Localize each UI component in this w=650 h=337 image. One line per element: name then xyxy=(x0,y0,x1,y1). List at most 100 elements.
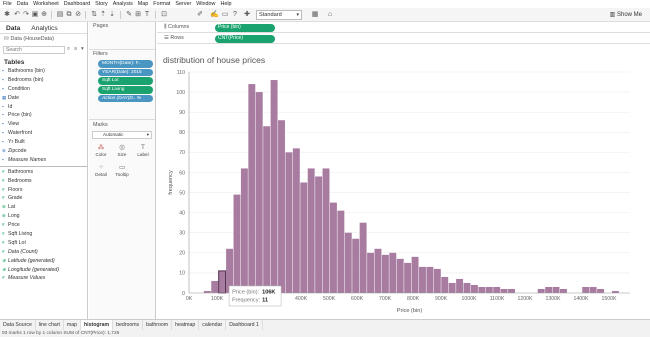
histogram-bar[interactable] xyxy=(240,168,248,293)
histogram-bar[interactable] xyxy=(270,80,278,293)
histogram-bar[interactable] xyxy=(255,92,263,293)
columns-pill[interactable]: Price (bin) xyxy=(215,24,275,32)
save-icon[interactable]: ▣ xyxy=(31,11,39,19)
sheet-tab[interactable]: histogram xyxy=(81,320,114,330)
histogram-bar[interactable] xyxy=(381,254,389,293)
histogram-bar[interactable] xyxy=(367,252,374,293)
field-item[interactable]: ▪ Condition xyxy=(0,85,87,94)
help-icon[interactable]: ? xyxy=(231,11,239,19)
histogram-bar[interactable] xyxy=(448,282,456,293)
histogram-bar[interactable] xyxy=(389,252,397,293)
view-options-icon[interactable]: ≡ xyxy=(74,46,77,52)
filter-pill[interactable]: YEAR(Date): 2015 xyxy=(98,68,153,77)
histogram-bar[interactable] xyxy=(329,202,337,293)
sheet-tab[interactable]: calendar xyxy=(199,320,227,330)
field-item[interactable]: # Data (Count) xyxy=(0,248,87,257)
histogram-bar[interactable] xyxy=(508,288,515,293)
field-item[interactable]: ▪ Bathrooms (bin) xyxy=(0,67,87,76)
menu-item-file[interactable]: File xyxy=(3,1,12,7)
search-input[interactable] xyxy=(3,46,65,54)
histogram-bar[interactable] xyxy=(248,84,256,293)
histogram-bar[interactable] xyxy=(233,194,241,293)
histogram-bar[interactable] xyxy=(203,290,211,293)
histogram-bar[interactable] xyxy=(426,266,434,293)
histogram-bar[interactable] xyxy=(419,266,426,293)
tableau-logo-icon[interactable]: ✱ xyxy=(3,11,11,19)
undo-icon[interactable]: ↶ xyxy=(13,11,21,19)
menu-item-format[interactable]: Format xyxy=(153,1,170,7)
histogram-bar[interactable] xyxy=(597,288,605,293)
menu-item-server[interactable]: Server xyxy=(175,1,191,7)
field-item[interactable]: # Bedrooms xyxy=(0,177,87,186)
filter-pill[interactable]: MONTH(Date): F.. xyxy=(98,60,153,68)
histogram-bar[interactable] xyxy=(545,286,553,293)
field-item[interactable]: # Floors xyxy=(0,186,87,195)
rows-pill[interactable]: CNT(Price) xyxy=(215,35,275,43)
duplicate-icon[interactable]: ⧉ xyxy=(65,11,73,19)
sort-descending-icon[interactable]: ⇣ xyxy=(108,11,116,19)
field-item[interactable]: ▪ Id xyxy=(0,103,87,112)
presentation-icon[interactable]: ▦ xyxy=(311,11,319,19)
sheet-tab[interactable]: heatmap xyxy=(172,320,200,330)
tooltip-icon[interactable]: ▭ xyxy=(221,11,229,19)
filter-pill[interactable]: Sqft Living xyxy=(98,86,153,94)
field-item[interactable]: # Measure Values xyxy=(0,274,87,283)
mark-detail-button[interactable]: ⁘ Detail xyxy=(91,162,111,181)
field-item[interactable]: ⊕ Latitude (generated) xyxy=(0,257,87,266)
histogram-bar[interactable] xyxy=(456,278,464,293)
menu-item-map[interactable]: Map xyxy=(138,1,149,7)
mark-size-button[interactable]: ◎ Size xyxy=(112,142,132,161)
sheet-tab[interactable]: Data Source xyxy=(0,320,36,330)
field-item[interactable]: ▪ Measure Names xyxy=(0,156,87,165)
sheet-tab[interactable]: line chart xyxy=(36,320,64,330)
menu-item-worksheet[interactable]: Worksheet xyxy=(33,1,59,7)
menu-item-window[interactable]: Window xyxy=(196,1,215,7)
annotate-icon[interactable]: ✍ xyxy=(210,11,219,19)
field-item[interactable]: # Price xyxy=(0,221,87,230)
fix-axes-icon[interactable]: ⊡ xyxy=(160,11,168,19)
field-item[interactable]: ▪ View xyxy=(0,120,87,129)
columns-shelf[interactable]: ⫼ Columns Price (bin) xyxy=(157,22,650,33)
redo-icon[interactable]: ↷ xyxy=(22,11,30,19)
histogram-bar[interactable] xyxy=(463,282,471,293)
new-worksheet-icon[interactable]: ▤ xyxy=(56,11,64,19)
histogram-bar[interactable] xyxy=(500,288,508,293)
field-item[interactable]: ⊕ Long xyxy=(0,212,87,221)
histogram-bar[interactable] xyxy=(218,270,226,293)
share-icon[interactable]: ⌂ xyxy=(326,11,334,19)
histogram-bar[interactable] xyxy=(404,262,412,293)
field-item[interactable]: ▪ Bedrooms (bin) xyxy=(0,76,87,85)
sheet-tab[interactable]: Dashboard 1 xyxy=(226,320,263,330)
menu-item-dashboard[interactable]: Dashboard xyxy=(64,1,90,7)
sort-ascending-icon[interactable]: ⇡ xyxy=(99,11,107,19)
histogram-bar[interactable] xyxy=(582,286,590,293)
field-item[interactable]: ▪ Waterfront xyxy=(0,129,87,138)
mark-color-button[interactable]: ⁂ Color xyxy=(91,142,111,161)
sheet-tab[interactable]: bathroom xyxy=(143,320,173,330)
field-item[interactable]: ⊕ Longitude (generated) xyxy=(0,266,87,275)
field-item[interactable]: ▪ Yr Built xyxy=(0,138,87,147)
field-item[interactable]: # Bathrooms xyxy=(0,168,87,177)
field-item[interactable]: # Sqft Lot xyxy=(0,239,87,248)
histogram-bar[interactable] xyxy=(560,288,567,293)
rows-shelf[interactable]: ☰ Rows CNT(Price) xyxy=(157,33,650,44)
pen-icon[interactable]: ✐ xyxy=(196,11,204,19)
field-item[interactable]: ⊕ Zipcode xyxy=(0,147,87,156)
histogram-bar[interactable] xyxy=(278,120,285,293)
fit-select[interactable]: Standard ▾ xyxy=(256,10,302,20)
tab-analytics[interactable]: Analytics xyxy=(25,25,62,33)
field-item[interactable]: ⊕ Lat xyxy=(0,203,87,212)
histogram-bar[interactable] xyxy=(292,148,300,293)
mark-type-select[interactable]: Automatic ▾ xyxy=(92,131,152,139)
field-item[interactable]: ▦ Date xyxy=(0,94,87,103)
highlight-icon[interactable]: ✎ xyxy=(125,11,133,19)
histogram-bar[interactable] xyxy=(493,286,501,293)
pin-icon[interactable]: ✚ xyxy=(243,11,251,19)
histogram-bar[interactable] xyxy=(322,168,330,293)
histogram-bar[interactable] xyxy=(470,284,478,293)
histogram-bar[interactable] xyxy=(537,288,545,293)
tab-data[interactable]: Data xyxy=(0,25,25,33)
sheet-tab[interactable]: map xyxy=(64,320,81,330)
histogram-bar[interactable] xyxy=(478,286,486,293)
group-icon[interactable]: ⊞ xyxy=(134,11,142,19)
